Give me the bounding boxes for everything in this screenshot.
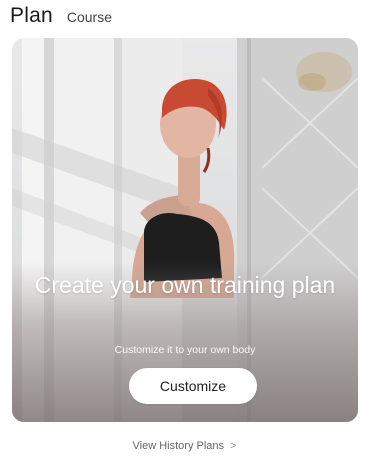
tab-course[interactable]: Course [67, 9, 112, 25]
customize-button[interactable]: Customize [129, 368, 257, 404]
view-history-plans-link[interactable]: View History Plans > [0, 440, 369, 452]
card-headline: Create your own training plan [34, 272, 336, 298]
training-plan-card[interactable]: Create your own training plan Customize … [12, 38, 358, 422]
plan-tabs: Plan Course [10, 4, 112, 32]
tab-plan[interactable]: Plan [10, 4, 53, 28]
chevron-right-icon: > [230, 440, 237, 452]
history-link-label: View History Plans [132, 440, 225, 452]
card-subtext: Customize it to your own body [114, 344, 256, 356]
